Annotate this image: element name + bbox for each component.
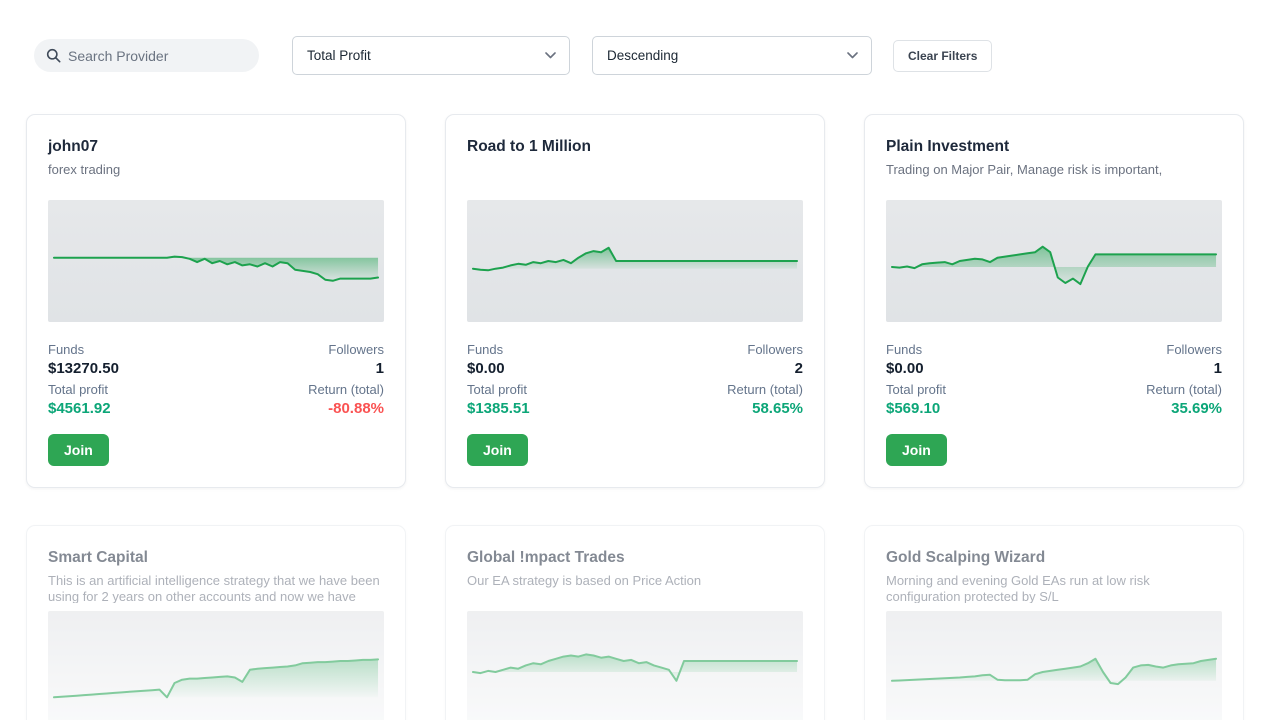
provider-card-global-impact-trades: Global !mpact Trades Our EA strategy is … [445,525,825,720]
funds-value: $13270.50 [48,360,119,377]
provider-description: Morning and evening Gold EAs run at low … [886,573,1150,603]
equity-sparkline-chart [886,611,1222,720]
provider-card-smart-capital: Smart Capital This is an artificial inte… [26,525,406,720]
provider-name: Plain Investment [886,138,1010,155]
followers-label: Followers [1166,342,1222,357]
provider-card-gold-scalping-wizard: Gold Scalping Wizard Morning and evening… [864,525,1244,720]
provider-name: Global !mpact Trades [467,549,625,566]
equity-sparkline-chart [467,200,803,322]
funds-value: $0.00 [886,360,924,377]
equity-sparkline-chart [48,200,384,322]
equity-sparkline-chart [886,200,1222,322]
total-profit-value: $4561.92 [48,400,111,417]
provider-card-john07: john07 forex trading Funds $13270.50 Foll… [26,114,406,488]
followers-label: Followers [328,342,384,357]
return-total-label: Return (total) [1146,382,1222,397]
equity-sparkline-chart [467,611,803,720]
provider-stats: Funds $0.00 Followers 2 Total profit $1385.… [467,341,803,419]
provider-name: john07 [48,138,98,155]
return-total-value: 35.69% [1171,400,1222,417]
return-total-value: -80.88% [328,400,384,417]
search-input[interactable] [68,47,247,64]
join-button[interactable]: Join [48,434,109,466]
provider-card-road-to-1-million: Road to 1 Million Funds $0.00 Followers 2 … [445,114,825,488]
provider-card-plain-investment: Plain Investment Trading on Major Pair, … [864,114,1244,488]
return-total-value: 58.65% [752,400,803,417]
sort-direction-value: Descending [607,48,679,63]
total-profit-value: $1385.51 [467,400,530,417]
join-button[interactable]: Join [467,434,528,466]
provider-name: Gold Scalping Wizard [886,549,1046,566]
provider-stats: Funds $13270.50 Followers 1 Total profit $4… [48,341,384,419]
provider-description: Our EA strategy is based on Price Action [467,573,702,588]
provider-name: Smart Capital [48,549,148,566]
provider-description: forex trading [48,162,121,177]
provider-stats: Funds $0.00 Followers 1 Total profit $569.1… [886,341,1222,419]
followers-label: Followers [747,342,803,357]
provider-name: Road to 1 Million [467,138,591,155]
followers-value: 1 [1213,360,1222,377]
total-profit-value: $569.10 [886,400,941,417]
equity-sparkline-chart [48,611,384,720]
chevron-down-icon [545,52,556,59]
return-total-label: Return (total) [727,382,803,397]
search-icon [46,48,61,63]
sort-direction-select[interactable]: Descending [592,36,872,75]
chevron-down-icon [847,52,858,59]
return-total-label: Return (total) [308,382,384,397]
funds-label: Funds [48,342,85,357]
funds-value: $0.00 [467,360,505,377]
provider-description: This is an artificial intelligence strat… [48,573,380,603]
total-profit-label: Total profit [886,382,946,397]
sort-by-select[interactable]: Total Profit [292,36,570,75]
followers-value: 1 [375,360,384,377]
clear-filters-button[interactable]: Clear Filters [893,39,993,72]
total-profit-label: Total profit [467,382,527,397]
sort-by-value: Total Profit [307,48,371,63]
join-button[interactable]: Join [886,434,947,466]
providers-grid: john07 forex trading Funds $13270.50 Foll… [26,114,1280,720]
filters-toolbar: Total Profit Descending Clear Filters [34,36,1280,75]
funds-label: Funds [467,342,504,357]
funds-label: Funds [886,342,923,357]
provider-description: Trading on Major Pair, Manage risk is im… [886,162,1163,177]
total-profit-label: Total profit [48,382,108,397]
provider-description [467,162,803,192]
followers-value: 2 [794,360,803,377]
search-provider-box[interactable] [34,39,259,72]
